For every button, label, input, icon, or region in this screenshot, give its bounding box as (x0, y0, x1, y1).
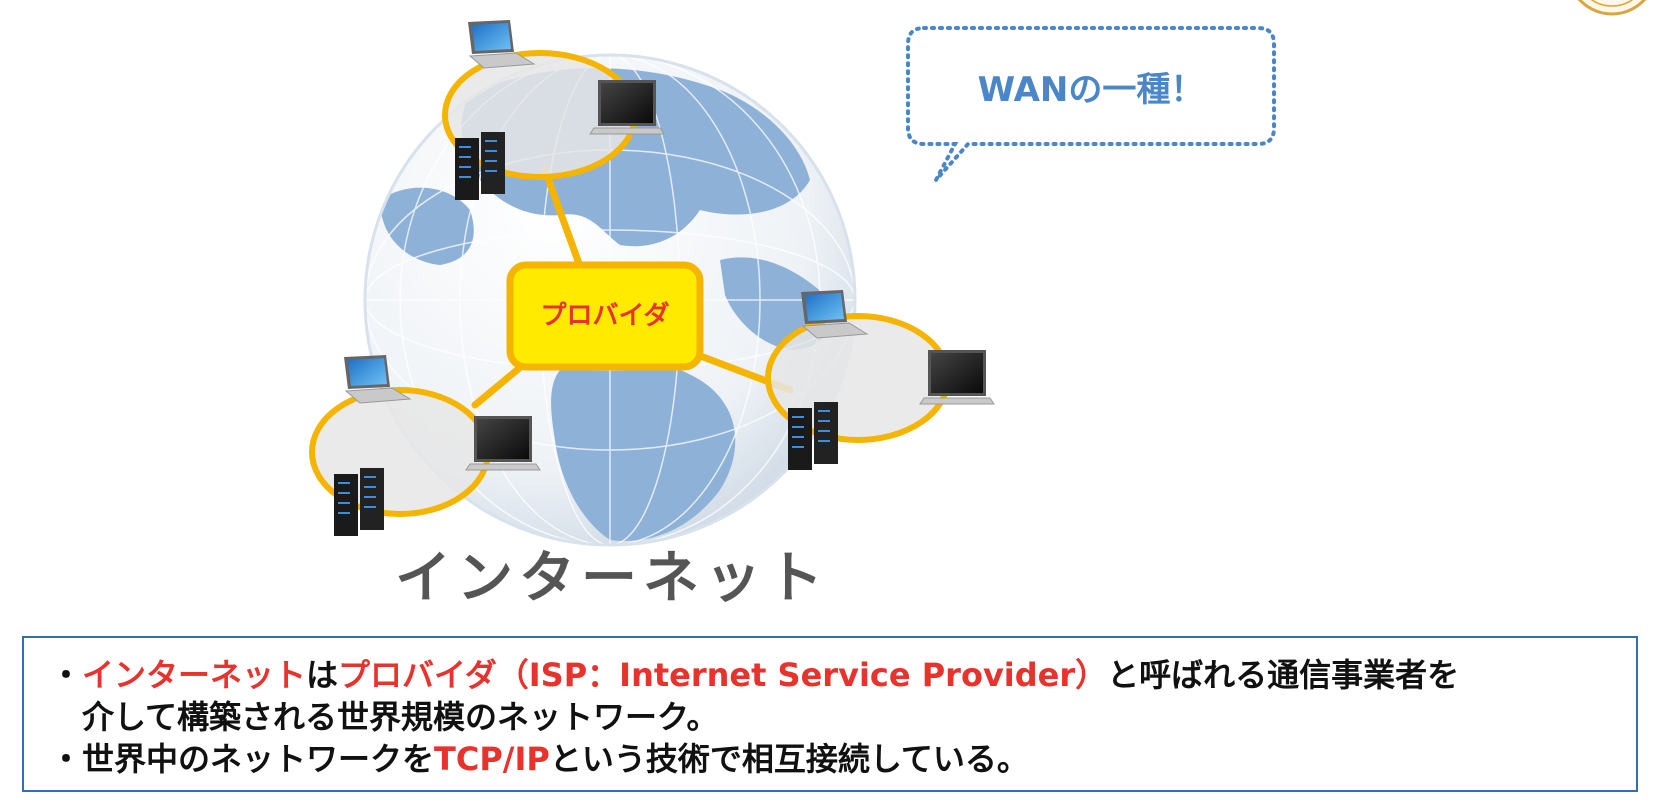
note-line-1: ・インターネットはプロバイダ（ISP：Internet Service Prov… (50, 654, 1612, 696)
term-tcpip: TCP/IP (434, 740, 550, 778)
note-text: 世界中のネットワークを (82, 740, 435, 778)
note-line-3: ・世界中のネットワークをTCP/IPという技術で相互接続している。 (50, 738, 1612, 780)
callout-text: WANの一種！ (978, 70, 1205, 110)
laptop-icon (467, 19, 535, 69)
bullet: ・ (50, 740, 83, 778)
note-line-2: 介して構築される世界規模のネットワーク。 (82, 698, 719, 736)
speech-bubble-icon: WANの一種！ (906, 26, 1276, 182)
monitor-icon (919, 349, 995, 405)
note-text: は (306, 656, 339, 694)
provider-label: プロバイダ (541, 300, 670, 331)
term-provider: プロバイダ（ISP：Internet Service Provider） (338, 656, 1108, 694)
summary-box: ・インターネットはプロバイダ（ISP：Internet Service Prov… (22, 636, 1638, 792)
note-text: と呼ばれる通信事業者を (1107, 656, 1460, 694)
provider-hub: プロバイダ (506, 261, 704, 371)
term-internet: インターネット (82, 656, 307, 694)
seal-logo (1577, 0, 1647, 16)
internet-diagram: プロバイダ インターネット WANの一種！ (309, 0, 1647, 611)
internet-title: インターネット (395, 546, 829, 611)
note-text: という技術で相互接続している。 (549, 740, 1029, 778)
monitor-icon (589, 79, 665, 135)
monitor-icon (465, 415, 541, 471)
bullet: ・ (50, 656, 83, 694)
